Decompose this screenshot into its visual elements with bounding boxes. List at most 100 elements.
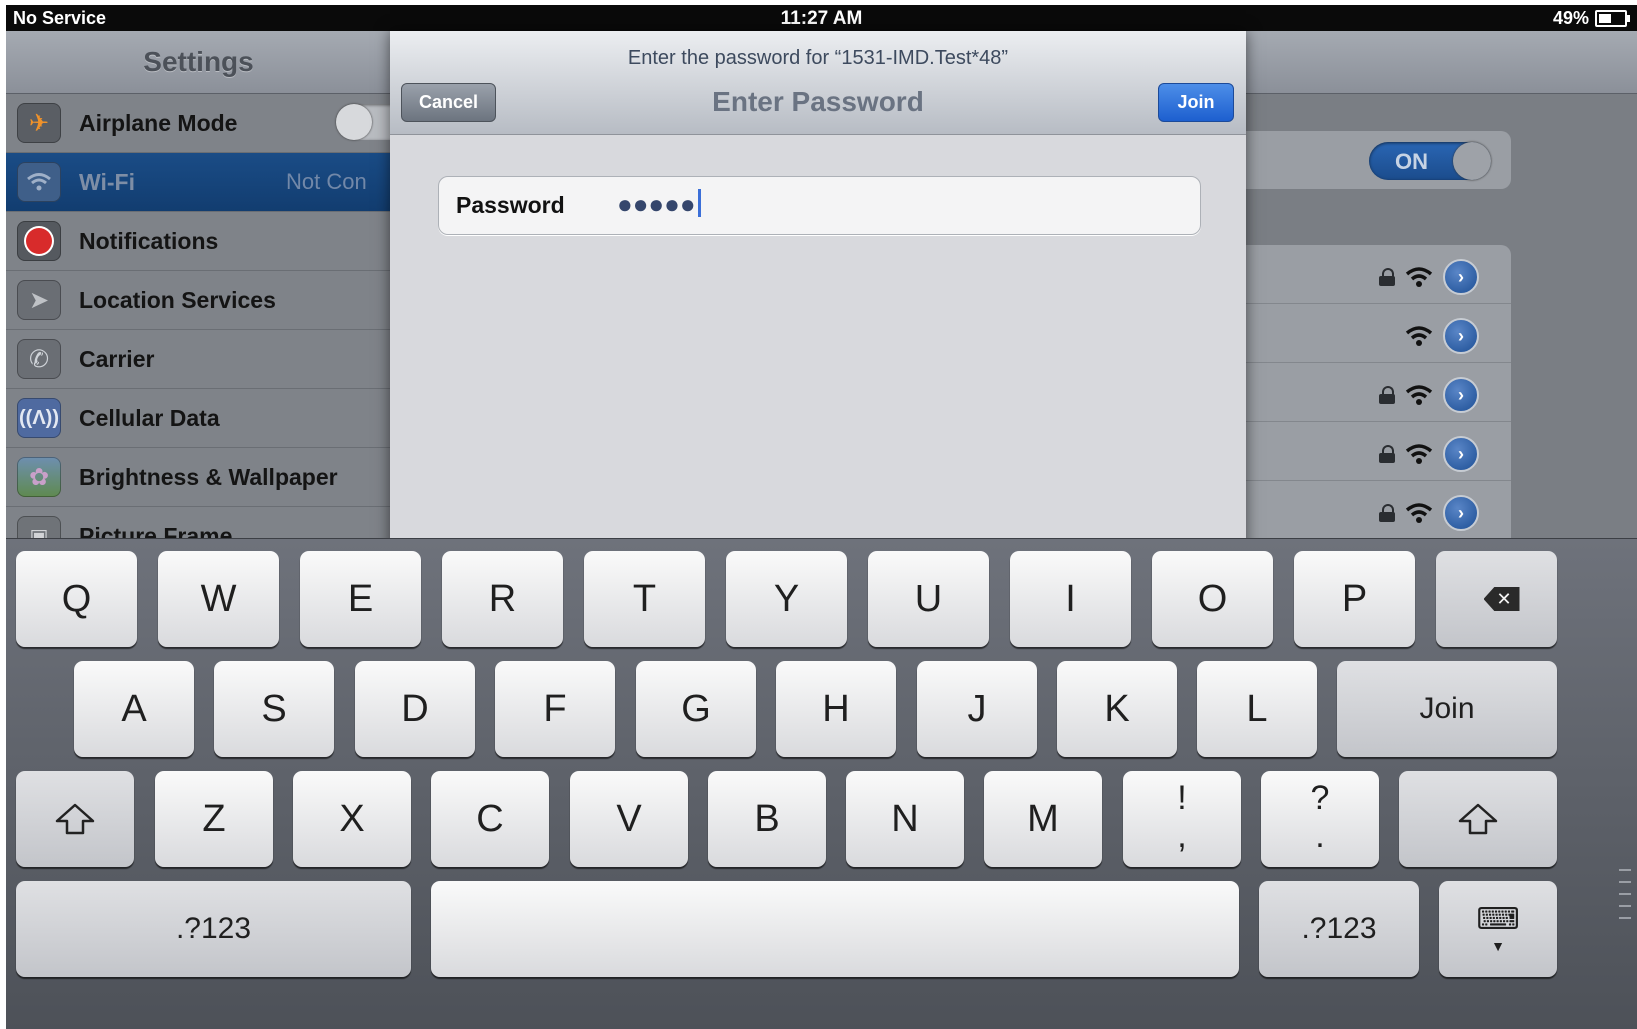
wifi-toggle[interactable]: ON (1369, 142, 1491, 180)
dialog-title: Enter Password (712, 86, 924, 117)
network-row[interactable]: › (1211, 363, 1511, 422)
numbers-key-left[interactable]: .?123 (16, 881, 411, 977)
key-z[interactable]: Z (155, 771, 273, 867)
key-k[interactable]: K (1057, 661, 1177, 757)
key-l[interactable]: L (1197, 661, 1317, 757)
sidebar-item-label: Airplane Mode (79, 109, 238, 136)
sidebar-item-carrier[interactable]: ✆ Carrier (6, 330, 391, 389)
enter-password-dialog: Enter the password for “1531-IMD.Test*48… (390, 31, 1246, 568)
keyboard-join-key[interactable]: Join (1337, 661, 1557, 757)
key-t[interactable]: T (584, 551, 705, 647)
airplane-icon: ✈ (17, 103, 61, 143)
key-h[interactable]: H (776, 661, 896, 757)
location-icon: ➤ (17, 280, 61, 320)
sidebar-item-notifications[interactable]: Notifications (6, 212, 391, 271)
key-c[interactable]: C (431, 771, 549, 867)
key-y[interactable]: Y (726, 551, 847, 647)
key-question-period[interactable]: ?. (1261, 771, 1379, 867)
text-caret (697, 189, 701, 217)
flower-icon: ✿ (17, 457, 61, 497)
lock-icon (1379, 445, 1395, 463)
key-s[interactable]: S (214, 661, 334, 757)
phone-icon: ✆ (17, 339, 61, 379)
key-o[interactable]: O (1152, 551, 1273, 647)
lock-icon (1379, 268, 1395, 286)
status-bar: No Service 11:27 AM 49% (6, 5, 1637, 31)
wifi-toggle-label: ON (1395, 149, 1428, 174)
sidebar-item-location-services[interactable]: ➤ Location Services (6, 271, 391, 330)
password-input-value[interactable]: ●●●●● (617, 189, 701, 220)
network-row[interactable]: › (1211, 245, 1511, 304)
lock-icon (1379, 504, 1395, 522)
hide-keyboard-key[interactable]: ⌨ ▼ (1439, 881, 1557, 977)
dialog-header: Enter the password for “1531-IMD.Test*48… (390, 31, 1246, 135)
wifi-signal-icon (1405, 267, 1433, 287)
settings-sidebar: Settings ✈ Airplane Mode Wi-Fi Not Con N… (6, 31, 446, 591)
key-m[interactable]: M (984, 771, 1102, 867)
key-exclamation-comma[interactable]: !, (1123, 771, 1241, 867)
key-x[interactable]: X (293, 771, 411, 867)
join-button[interactable]: Join (1158, 83, 1234, 122)
settings-title: Settings (6, 31, 391, 94)
sidebar-item-label: Notifications (79, 227, 219, 254)
key-v[interactable]: V (570, 771, 688, 867)
sidebar-item-wifi[interactable]: Wi-Fi Not Con (6, 153, 391, 212)
key-f[interactable]: F (495, 661, 615, 757)
backspace-icon (1483, 587, 1520, 611)
wifi-signal-icon (1405, 385, 1433, 405)
battery-status: 49% (1552, 8, 1630, 29)
numbers-key-right[interactable]: .?123 (1259, 881, 1419, 977)
sidebar-item-airplane-mode[interactable]: ✈ Airplane Mode (6, 94, 446, 153)
info-icon[interactable]: › (1443, 259, 1479, 295)
lock-icon (1379, 386, 1395, 404)
key-r[interactable]: R (442, 551, 563, 647)
info-icon[interactable]: › (1443, 495, 1479, 531)
key-q[interactable]: Q (16, 551, 137, 647)
shift-key-left[interactable] (16, 771, 134, 867)
network-row[interactable]: › (1211, 422, 1511, 481)
onscreen-keyboard: Q W E R T Y U I O P A S D F G H J K L Jo… (6, 538, 1637, 1029)
sidebar-item-label: Location Services (79, 286, 276, 313)
notifications-icon (17, 221, 61, 261)
info-icon[interactable]: › (1443, 436, 1479, 472)
wifi-status-value: Not Con (286, 169, 367, 194)
wifi-signal-icon (1405, 503, 1433, 523)
key-i[interactable]: I (1010, 551, 1131, 647)
sidebar-item-brightness-wallpaper[interactable]: ✿ Brightness & Wallpaper (6, 448, 391, 507)
sidebar-item-label: Wi-Fi (79, 168, 135, 195)
key-j[interactable]: J (917, 661, 1037, 757)
sidebar-item-label: Carrier (79, 345, 155, 372)
key-n[interactable]: N (846, 771, 964, 867)
ipad-screen: No Service 11:27 AM 49% Settings ✈ Airpl… (6, 5, 1637, 1029)
key-g[interactable]: G (636, 661, 756, 757)
battery-percent: 49% (1552, 8, 1589, 28)
keyboard-grip (1619, 869, 1631, 919)
network-row[interactable]: › (1211, 481, 1511, 540)
wifi-toggle-row: ON (1211, 131, 1511, 189)
hide-keyboard-icon: ⌨ ▼ (1476, 903, 1520, 954)
cancel-button[interactable]: Cancel (401, 83, 496, 122)
delete-key[interactable] (1436, 551, 1557, 647)
network-list: › › › › › (1211, 245, 1511, 575)
key-w[interactable]: W (158, 551, 279, 647)
key-e[interactable]: E (300, 551, 421, 647)
battery-icon (1595, 10, 1630, 27)
sidebar-item-cellular-data[interactable]: ((Ʌ)) Cellular Data (6, 389, 391, 448)
info-icon[interactable]: › (1443, 318, 1479, 354)
key-u[interactable]: U (868, 551, 989, 647)
shift-key-right[interactable] (1399, 771, 1557, 867)
sidebar-item-label: Brightness & Wallpaper (79, 463, 338, 490)
key-d[interactable]: D (355, 661, 475, 757)
password-field[interactable]: Password ●●●●● (438, 176, 1201, 235)
wifi-signal-icon (1405, 326, 1433, 346)
sidebar-item-label: Cellular Data (79, 404, 220, 431)
key-b[interactable]: B (708, 771, 826, 867)
shift-icon (55, 803, 95, 835)
key-p[interactable]: P (1294, 551, 1415, 647)
info-icon[interactable]: › (1443, 377, 1479, 413)
network-row[interactable]: › (1211, 304, 1511, 363)
clock: 11:27 AM (780, 8, 863, 29)
shift-icon (1458, 803, 1498, 835)
space-bar[interactable] (431, 881, 1239, 977)
key-a[interactable]: A (74, 661, 194, 757)
